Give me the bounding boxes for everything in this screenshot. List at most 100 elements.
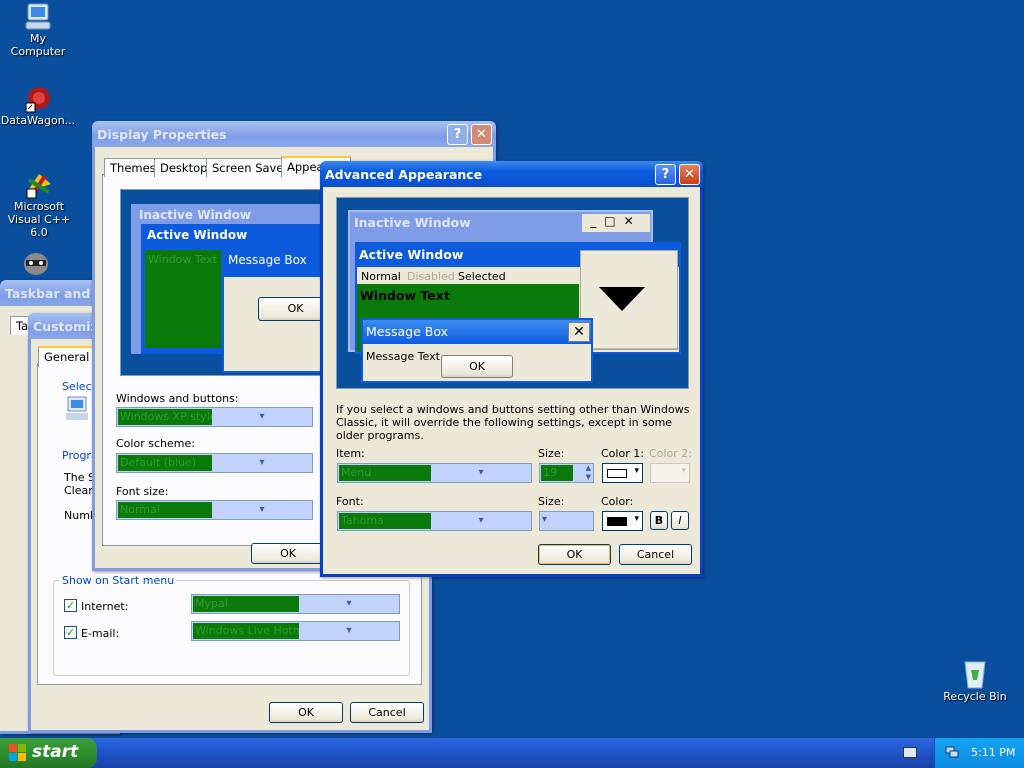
advanced-titlebar[interactable]: Advanced Appearance <box>320 161 703 187</box>
select-value: Menu <box>339 465 431 481</box>
chevron-down-icon: ▾ <box>634 466 639 476</box>
select-value: Windows XP style <box>118 409 212 425</box>
font-size-select[interactable]: ▾ <box>539 511 594 531</box>
item-select[interactable]: Menu ▾ <box>337 463 532 483</box>
internet-label: Internet: <box>81 600 129 613</box>
color-scheme-label: Color scheme: <box>116 437 195 450</box>
italic-button[interactable]: I <box>671 511 689 530</box>
start-button[interactable]: start <box>0 738 97 768</box>
system-tray: 5:11 PM <box>934 738 1024 768</box>
advanced-ok-button[interactable]: OK <box>538 544 611 565</box>
font-size-label: Font size: <box>116 485 169 498</box>
window-title: Customiz <box>33 319 98 334</box>
color-scheme-select[interactable]: Default (blue) ▾ <box>116 453 313 473</box>
color1-picker[interactable]: ▾ <box>602 463 643 483</box>
chevron-down-icon: ▾ <box>634 514 639 524</box>
close-icon[interactable]: ✕ <box>471 124 492 145</box>
adv-preview-menu-selected: Selected <box>458 270 506 283</box>
adv-preview-menu-disabled: Disabled <box>407 270 455 283</box>
desktop-icon-datawagon[interactable]: DataWagon... <box>0 84 76 127</box>
visual-cpp-icon <box>23 170 55 200</box>
email-label: E-mail: <box>81 627 120 640</box>
preview-window-text: Window Text <box>145 250 221 348</box>
window-title: Taskbar and S <box>5 286 104 301</box>
color2-picker: ▾ <box>650 463 690 483</box>
internet-checkbox[interactable]: ✓ <box>64 599 77 612</box>
preview-message-title: Message Box <box>228 253 307 267</box>
datawagon-icon <box>22 84 54 114</box>
computer-icon <box>65 395 91 426</box>
preview-inactive-title: Inactive Window <box>139 208 252 222</box>
windows-logo-icon <box>9 744 26 761</box>
tab-general[interactable]: General <box>38 346 96 367</box>
window-title: Display Properties <box>97 127 227 142</box>
color-swatch <box>607 469 627 478</box>
chevron-down-icon: ▾ <box>478 515 484 526</box>
desktop-icon-raccoon[interactable] <box>20 248 60 278</box>
help-icon[interactable]: ? <box>655 164 676 185</box>
close-icon[interactable]: ✕ <box>679 164 700 185</box>
desktop-icon-recycle-bin[interactable]: Recycle Bin <box>940 656 1010 703</box>
chevron-down-icon: ▾ <box>259 411 265 422</box>
network-icon[interactable] <box>945 745 959 759</box>
advanced-cancel-button[interactable]: Cancel <box>619 544 692 565</box>
desktop-icon-label: My Computer <box>10 32 66 58</box>
font-select[interactable]: Tahoma ▾ <box>337 511 532 531</box>
size-label: Size: <box>538 447 565 460</box>
computer-icon <box>22 2 54 32</box>
select-value: Tahoma <box>339 513 431 529</box>
help-icon[interactable]: ? <box>447 124 468 145</box>
item-label: Item: <box>336 447 365 460</box>
advanced-appearance-window: Advanced Appearance ? ✕ Inactive Window … <box>320 161 703 577</box>
size2-label: Size: <box>538 495 565 508</box>
info-text: If you select a windows and buttons sett… <box>336 403 690 442</box>
chevron-down-icon: ▾ <box>259 457 265 468</box>
select-value: Mypal <box>193 596 299 612</box>
internet-select[interactable]: Mypal ▾ <box>191 594 400 614</box>
programs-text-1: The S <box>64 471 95 484</box>
email-select[interactable]: Windows Live Hotmai ▾ <box>191 621 400 641</box>
tab-desktop[interactable]: Desktop <box>154 158 214 177</box>
adv-preview-inactive-buttons: _□✕ <box>582 214 650 232</box>
chevron-down-icon: ▾ <box>478 467 484 478</box>
customize-ok-button[interactable]: OK <box>269 702 343 723</box>
color2-label: Color 2: <box>649 447 692 460</box>
adv-preview-message-text: Message Text <box>366 350 440 363</box>
chevron-down-icon: ▾ <box>542 514 548 525</box>
customize-cancel-button[interactable]: Cancel <box>350 702 424 723</box>
scroll-down-arrow-icon <box>581 287 679 350</box>
display-titlebar[interactable]: Display Properties <box>92 121 496 147</box>
size-spinner[interactable]: 19 ▲ ▼ <box>539 463 594 483</box>
spinner-value: 19 <box>541 465 573 481</box>
desktop-icon-label: Recycle Bin <box>943 690 1007 703</box>
email-checkbox[interactable]: ✓ <box>64 626 77 639</box>
select-label: Select <box>62 380 96 393</box>
desktop-icon-label: Microsoft Visual C++ 6.0 <box>7 200 71 239</box>
chevron-down-icon: ▾ <box>259 504 265 515</box>
select-value: Default (blue) <box>118 455 212 471</box>
appearance-preview: Inactive Window Active Window Window Tex… <box>120 189 330 376</box>
color1-label: Color 1: <box>601 447 644 460</box>
group-title: Show on Start menu <box>60 574 177 587</box>
select-value: Windows Live Hotmai <box>193 623 299 639</box>
font-color-picker[interactable]: ▾ <box>602 511 643 531</box>
font-label: Font: <box>336 495 364 508</box>
raccoon-icon <box>20 248 52 278</box>
desktop-icon-visual-cpp[interactable]: Microsoft Visual C++ 6.0 <box>0 170 78 239</box>
windows-buttons-label: Windows and buttons: <box>116 392 239 405</box>
taskbar: start 5:11 PM <box>0 738 1024 768</box>
select-value: Normal <box>118 502 212 518</box>
keyboard-icon[interactable] <box>903 747 917 758</box>
advanced-preview: Inactive Window _□✕ Active Window Normal… <box>336 197 689 389</box>
start-label: start <box>32 742 79 762</box>
clock[interactable]: 5:11 PM <box>971 746 1015 759</box>
bold-button[interactable]: B <box>650 511 668 530</box>
windows-buttons-select[interactable]: Windows XP style ▾ <box>116 407 313 427</box>
adv-preview-message-title: Message Box <box>363 320 591 344</box>
font-size-select[interactable]: Normal ▾ <box>116 500 313 520</box>
desktop-icon-my-computer[interactable]: My Computer <box>2 2 74 58</box>
preview-active-title: Active Window <box>147 228 248 242</box>
chevron-down-icon: ▾ <box>346 598 352 609</box>
display-ok-button[interactable]: OK <box>251 543 325 564</box>
desktop-icon-label: DataWagon... <box>0 114 76 127</box>
